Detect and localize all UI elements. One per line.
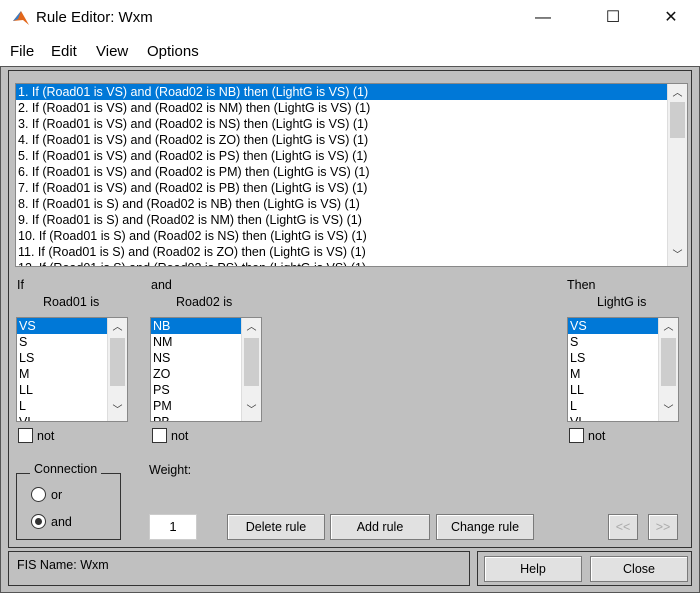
rule-item[interactable]: 11. If (Road01 is S) and (Road02 is ZO) … [16,244,667,260]
lightg-label: LightG is [597,295,647,309]
road01-list[interactable]: VS S LS M LL L VL ︿ ﹀ [16,317,128,422]
weight-input[interactable]: 1 [149,514,197,540]
then-label: Then [567,278,596,292]
rule-item[interactable]: 12. If (Road01 is S) and (Road02 is PS) … [16,260,667,266]
matlab-logo-icon [13,11,29,25]
help-button[interactable]: Help [484,556,582,582]
lightg-item[interactable]: S [568,334,658,350]
delete-rule-button[interactable]: Delete rule [227,514,325,540]
road02-list[interactable]: NB NM NS ZO PS PM PB ︿ ﹀ [150,317,262,422]
road01-scrollbar[interactable]: ︿ ﹀ [107,318,127,421]
lightg-not-checkbox[interactable] [569,428,584,443]
road02-item[interactable]: NS [151,350,241,366]
road02-item[interactable]: NB [151,318,241,334]
scroll-thumb[interactable] [110,338,125,386]
lightg-item[interactable]: VL [568,414,658,421]
scroll-down-icon[interactable]: ﹀ [108,403,127,419]
lightg-item[interactable]: LL [568,382,658,398]
road01-item[interactable]: L [17,398,107,414]
road02-item[interactable]: NM [151,334,241,350]
rule-item[interactable]: 1. If (Road01 is VS) and (Road02 is NB) … [16,84,667,100]
road02-item[interactable]: PB [151,414,241,421]
connection-label: Connection [30,462,102,476]
weight-label: Weight: [149,463,192,477]
rule-item[interactable]: 4. If (Road01 is VS) and (Road02 is ZO) … [16,132,667,148]
scroll-up-icon[interactable]: ︿ [668,86,687,102]
window-title: Rule Editor: Wxm [36,9,153,26]
road01-label: Road01 is [43,295,100,309]
rule-item[interactable]: 3. If (Road01 is VS) and (Road02 is NS) … [16,116,667,132]
minimize-button[interactable]: — [520,6,566,30]
previous-button[interactable]: << [608,514,638,540]
scroll-up-icon[interactable]: ︿ [659,320,678,336]
and-radio[interactable] [31,514,46,529]
menu-options[interactable]: Options [147,43,199,60]
road02-not-checkbox[interactable] [152,428,167,443]
lightg-not-label: not [588,429,606,443]
scroll-up-icon[interactable]: ︿ [108,320,127,336]
scroll-down-icon[interactable]: ﹀ [659,403,678,419]
rule-item[interactable]: 5. If (Road01 is VS) and (Road02 is PS) … [16,148,667,164]
road02-item[interactable]: ZO [151,366,241,382]
lightg-item[interactable]: VS [568,318,658,334]
road01-item[interactable]: LL [17,382,107,398]
scroll-down-icon[interactable]: ﹀ [242,403,261,419]
road02-item[interactable]: PM [151,398,241,414]
road01-item[interactable]: LS [17,350,107,366]
next-button[interactable]: >> [648,514,678,540]
add-rule-button[interactable]: Add rule [330,514,430,540]
lightg-item[interactable]: L [568,398,658,414]
rule-item[interactable]: 7. If (Road01 is VS) and (Road02 is PB) … [16,180,667,196]
change-rule-button[interactable]: Change rule [436,514,534,540]
scroll-thumb[interactable] [244,338,259,386]
road02-label: Road02 is [176,295,233,309]
road01-not-label: not [37,429,55,443]
road01-item[interactable]: S [17,334,107,350]
road01-item[interactable]: VL [17,414,107,421]
scroll-thumb[interactable] [661,338,676,386]
scroll-up-icon[interactable]: ︿ [242,320,261,336]
or-label: or [51,488,63,502]
menu-view[interactable]: View [96,43,128,60]
rule-item[interactable]: 6. If (Road01 is VS) and (Road02 is PM) … [16,164,667,180]
fis-name-status: FIS Name: Wxm [17,558,109,572]
and-radio-label: and [51,515,72,529]
road01-item[interactable]: M [17,366,107,382]
rule-item[interactable]: 2. If (Road01 is VS) and (Road02 is NM) … [16,100,667,116]
or-radio[interactable] [31,487,46,502]
if-label: If [17,278,24,292]
connection-group [16,473,121,540]
scroll-thumb[interactable] [670,102,685,138]
road01-item[interactable]: VS [17,318,107,334]
lightg-scrollbar[interactable]: ︿ ﹀ [658,318,678,421]
road01-not-checkbox[interactable] [18,428,33,443]
rule-list-scrollbar[interactable]: ︿ ﹀ [667,84,687,266]
menu-edit[interactable]: Edit [51,43,77,60]
scroll-down-icon[interactable]: ﹀ [668,248,687,264]
road02-scrollbar[interactable]: ︿ ﹀ [241,318,261,421]
maximize-button[interactable]: ☐ [590,6,636,30]
lightg-item[interactable]: M [568,366,658,382]
and-label: and [151,278,172,292]
close-window-button[interactable]: ✕ [648,6,694,30]
lightg-item[interactable]: LS [568,350,658,366]
road02-item[interactable]: PS [151,382,241,398]
rule-item[interactable]: 9. If (Road01 is S) and (Road02 is NM) t… [16,212,667,228]
close-button[interactable]: Close [590,556,688,582]
road02-not-label: not [171,429,189,443]
lightg-list[interactable]: VS S LS M LL L VL ︿ ﹀ [567,317,679,422]
rule-item[interactable]: 10. If (Road01 is S) and (Road02 is NS) … [16,228,667,244]
rule-item[interactable]: 8. If (Road01 is S) and (Road02 is NB) t… [16,196,667,212]
menu-file[interactable]: File [10,43,34,60]
rule-list[interactable]: 1. If (Road01 is VS) and (Road02 is NB) … [15,83,688,267]
